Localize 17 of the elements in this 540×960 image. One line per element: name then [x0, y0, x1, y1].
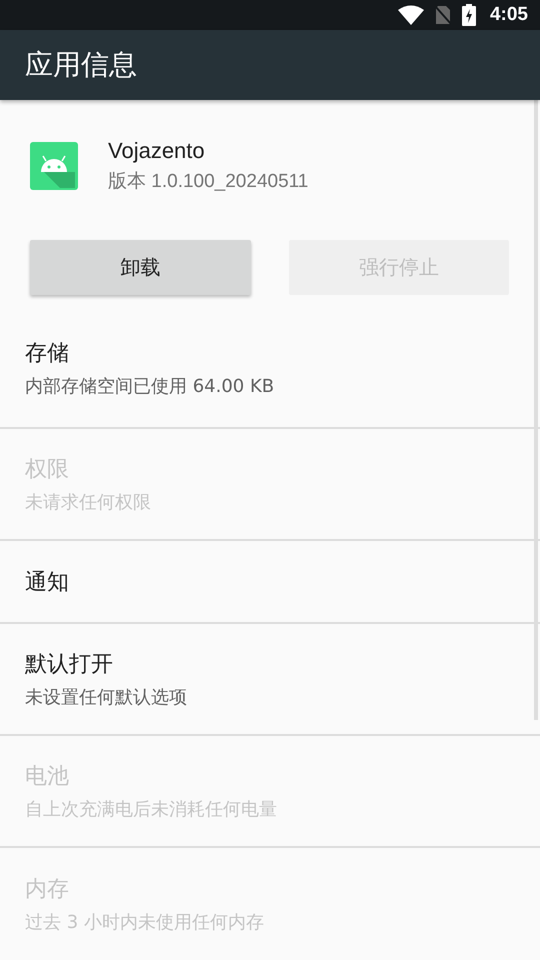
- wifi-icon: [398, 5, 424, 25]
- status-time: 4:05: [490, 4, 528, 26]
- battery-charging-icon: [462, 4, 476, 26]
- item-title: 默认打开: [25, 651, 114, 679]
- app-version: 版本 1.0.100_20240511: [108, 170, 308, 194]
- page-title: 应用信息: [25, 47, 137, 83]
- settings-item[interactable]: 通知: [0, 541, 540, 624]
- android-app-icon: [30, 142, 78, 190]
- app-name: Vojazento: [108, 138, 206, 164]
- item-title: 存储: [25, 340, 70, 368]
- action-button[interactable]: 卸载: [30, 240, 250, 295]
- item-summary: 内部存储空间已使用 64.00 KB: [25, 375, 276, 398]
- settings-item[interactable]: 存储 内部存储空间已使用 64.00 KB: [0, 309, 540, 429]
- settings-item[interactable]: 默认打开 未设置任何默认选项: [0, 624, 540, 736]
- no-sim-icon: [434, 5, 452, 25]
- item-summary: 未设置任何默认选项: [25, 686, 188, 709]
- item-title: 通知: [25, 568, 70, 596]
